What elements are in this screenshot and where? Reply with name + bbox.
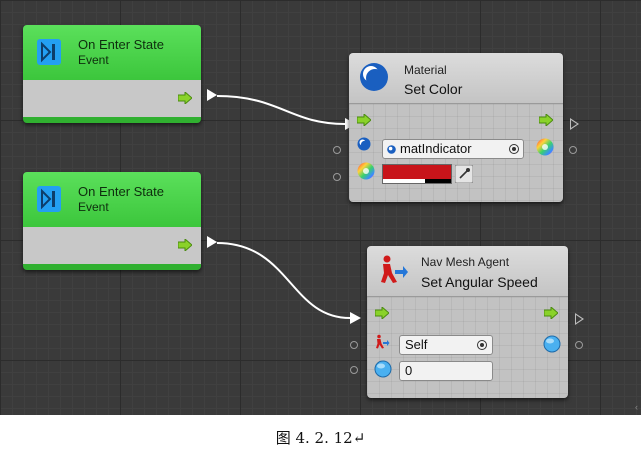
action-node-set-angular-speed[interactable]: Nav Mesh Agent Set Angular Speed Self 0 xyxy=(367,246,568,398)
color-wheel-icon xyxy=(536,138,554,156)
output-port[interactable] xyxy=(569,146,577,154)
alpha-bar xyxy=(383,179,425,183)
float-value-icon xyxy=(543,335,561,353)
flow-arrow-icon[interactable] xyxy=(357,114,371,126)
flow-arrow-icon[interactable] xyxy=(544,307,558,319)
input-port[interactable] xyxy=(350,366,358,374)
agent-field-value: Self xyxy=(405,337,428,352)
flow-arrow-icon[interactable] xyxy=(539,114,553,126)
material-field-value: matIndicator xyxy=(400,141,472,156)
color-swatch xyxy=(383,165,451,179)
sphere-icon xyxy=(357,137,371,151)
input-port[interactable] xyxy=(333,146,341,154)
nav-agent-icon xyxy=(381,255,408,283)
color-swatch-field[interactable] xyxy=(382,164,452,184)
flow-arrow-icon[interactable] xyxy=(178,92,192,104)
eyedropper-icon[interactable] xyxy=(455,165,473,183)
play-step-icon xyxy=(37,186,61,212)
node-category: Material xyxy=(404,63,447,77)
sphere-icon xyxy=(387,145,396,154)
target-picker-icon[interactable] xyxy=(477,340,487,350)
wire-2-end-arrow xyxy=(350,312,361,324)
wire-1-start-arrow xyxy=(207,89,217,101)
flow-arrow-icon[interactable] xyxy=(375,307,389,319)
color-wheel-icon xyxy=(357,162,375,180)
input-port[interactable] xyxy=(333,173,341,181)
angular-speed-value: 0 xyxy=(405,363,413,378)
material-object-field[interactable]: matIndicator xyxy=(382,139,524,159)
target-picker-icon[interactable] xyxy=(509,144,519,154)
angular-speed-input[interactable]: 0 xyxy=(399,361,493,381)
flow-arrow-icon[interactable] xyxy=(178,239,192,251)
node-category: Nav Mesh Agent xyxy=(421,255,510,269)
node-title: Set Angular Speed xyxy=(421,274,538,290)
wire-2 xyxy=(216,242,351,319)
sphere-icon xyxy=(360,63,388,91)
play-step-icon xyxy=(37,39,61,65)
flow-out-port[interactable] xyxy=(570,118,579,130)
node-title: Set Color xyxy=(404,81,463,97)
graph-canvas[interactable]: On Enter State Event On Enter State Even… xyxy=(0,0,641,415)
output-port[interactable] xyxy=(575,341,583,349)
event-subtitle: Event xyxy=(78,53,109,67)
figure-caption: 图 4. 2. 12↵ xyxy=(275,429,366,447)
action-node-set-color[interactable]: Material Set Color matIndicator xyxy=(349,53,563,202)
event-subtitle: Event xyxy=(78,200,109,214)
float-value-icon xyxy=(374,360,392,378)
input-port[interactable] xyxy=(350,341,358,349)
event-title: On Enter State xyxy=(78,184,164,199)
nav-agent-icon xyxy=(376,334,390,349)
flow-out-port[interactable] xyxy=(575,313,584,325)
event-node-on-enter-state-2[interactable]: On Enter State Event xyxy=(23,172,201,270)
event-title: On Enter State xyxy=(78,37,164,52)
edge-mark: ‹ xyxy=(635,402,638,412)
event-node-on-enter-state-1[interactable]: On Enter State Event xyxy=(23,25,201,123)
wire-1 xyxy=(216,95,346,125)
wire-2-start-arrow xyxy=(207,236,217,248)
agent-object-field[interactable]: Self xyxy=(399,335,493,355)
